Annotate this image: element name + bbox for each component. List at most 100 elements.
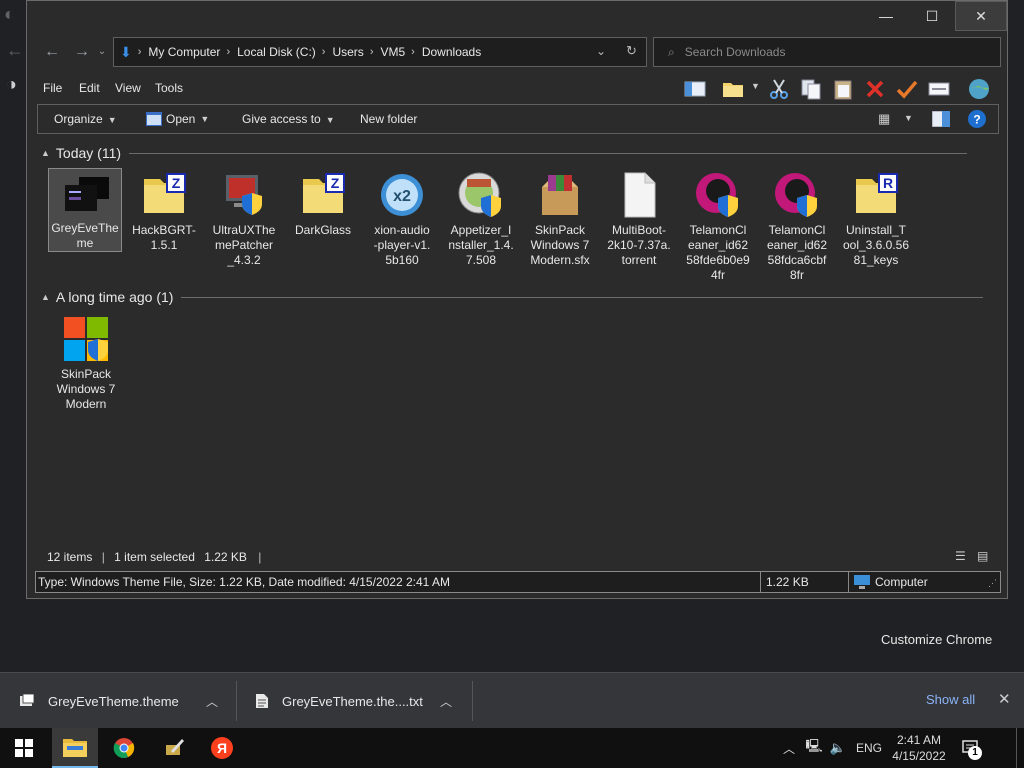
new-folder-icon[interactable] bbox=[721, 77, 745, 101]
details-view-icon[interactable]: ☰ bbox=[955, 549, 966, 563]
preview-pane-toggle-icon[interactable] bbox=[932, 111, 950, 127]
taskbar-yandex[interactable]: Я bbox=[200, 728, 244, 768]
menu-file[interactable]: File bbox=[43, 81, 62, 95]
search-placeholder: Search Downloads bbox=[684, 45, 786, 59]
file-multiboot-torrent[interactable]: MultiBoot- 2k10-7.37a. torrent bbox=[602, 171, 676, 268]
file-telamoncleaner-1[interactable]: TelamonCl eaner_id62 58fde6b0e9 4fr bbox=[681, 171, 755, 283]
chrome-logo-icon: ◐ bbox=[4, 4, 15, 24]
address-dropdown-icon[interactable]: ⌄ bbox=[596, 44, 606, 58]
notification-badge: 1 bbox=[968, 746, 982, 760]
menu-tools[interactable]: Tools bbox=[155, 81, 183, 95]
item-count: 12 items bbox=[47, 550, 93, 564]
taskbar-file-explorer[interactable] bbox=[52, 728, 98, 768]
download-arrow-icon: ⬇ bbox=[120, 43, 132, 60]
status-bar: Type: Windows Theme File, Size: 1.22 KB,… bbox=[35, 571, 1001, 593]
file-greyevetheme[interactable]: GreyEveThe me bbox=[48, 168, 122, 252]
action-center-button[interactable]: 1 bbox=[956, 728, 986, 768]
breadcrumb-local-disk[interactable]: Local Disk (C:) bbox=[237, 45, 316, 59]
resize-grip-icon[interactable]: ⋰ bbox=[988, 578, 997, 589]
organize-button[interactable]: Organize ▼ bbox=[54, 112, 117, 126]
telamon-cleaner-icon bbox=[773, 171, 821, 219]
rename-icon[interactable] bbox=[927, 77, 951, 101]
customize-chrome-button[interactable]: Customize Chrome bbox=[881, 632, 992, 647]
status-size: 1.22 KB bbox=[766, 575, 809, 589]
rar-folder-icon: R bbox=[852, 171, 900, 219]
network-icon[interactable]: 🖳 bbox=[802, 728, 826, 768]
give-access-button[interactable]: Give access to ▼ bbox=[242, 112, 335, 126]
help-icon[interactable]: ? bbox=[968, 110, 986, 128]
large-icons-view-icon[interactable]: ▤ bbox=[977, 549, 988, 563]
chrome-menu-icon[interactable]: ◑ bbox=[6, 74, 17, 95]
collapse-icon[interactable]: ▲ bbox=[41, 148, 50, 158]
show-all-button[interactable]: Show all bbox=[926, 692, 975, 707]
checkmark-icon[interactable] bbox=[895, 77, 919, 101]
download-item[interactable]: GreyEveTheme.theme ︿ bbox=[20, 673, 230, 729]
cut-icon[interactable] bbox=[767, 77, 791, 101]
preview-pane-icon[interactable] bbox=[683, 77, 707, 101]
view-dropdown-caret-icon[interactable]: ▼ bbox=[904, 113, 913, 123]
chevron-up-icon[interactable]: ︿ bbox=[206, 693, 218, 710]
show-desktop-button[interactable] bbox=[1016, 728, 1024, 768]
file-telamoncleaner-2[interactable]: TelamonCl eaner_id62 58fdca6cbf 8fr bbox=[760, 171, 834, 283]
delete-icon[interactable] bbox=[863, 77, 887, 101]
close-downloads-icon[interactable]: ✕ bbox=[998, 690, 1011, 708]
show-hidden-icons-button[interactable]: ︿ bbox=[778, 728, 800, 768]
new-folder-button[interactable]: New folder bbox=[360, 112, 417, 126]
file-skinpack-sfx[interactable]: SkinPack Windows 7 Modern.sfx bbox=[523, 171, 597, 268]
paste-icon[interactable] bbox=[831, 77, 855, 101]
taskbar-chrome[interactable] bbox=[102, 728, 146, 768]
volume-icon[interactable]: 🔈 bbox=[826, 728, 850, 768]
copy-icon[interactable] bbox=[799, 77, 823, 101]
group-header-today[interactable]: ▲ Today (11) bbox=[41, 145, 968, 161]
forward-arrow-icon[interactable]: → bbox=[71, 41, 93, 63]
taskbar-app[interactable] bbox=[152, 728, 196, 768]
menu-view[interactable]: View bbox=[115, 81, 141, 95]
start-button[interactable] bbox=[0, 728, 48, 768]
file-hackbgrt[interactable]: Z HackBGRT- 1.5.1 bbox=[127, 171, 201, 253]
file-xion-audio-player[interactable]: x2 xion-audio -player-v1. 5b160 bbox=[365, 171, 439, 268]
back-arrow-icon[interactable]: ← bbox=[41, 41, 63, 63]
recent-locations-icon[interactable]: ⌄ bbox=[91, 41, 113, 63]
menu-edit[interactable]: Edit bbox=[79, 81, 100, 95]
breadcrumb-vm5[interactable]: VM5 bbox=[380, 45, 405, 59]
language-indicator[interactable]: ENG bbox=[852, 728, 886, 768]
dropdown-caret-icon[interactable]: ▼ bbox=[751, 81, 760, 91]
minimize-button[interactable]: — bbox=[863, 1, 909, 31]
close-button[interactable]: ✕ bbox=[955, 1, 1007, 31]
winrar-archive-icon bbox=[536, 171, 584, 219]
title-bar: — ☐ ✕ bbox=[27, 1, 1007, 33]
svg-text:Z: Z bbox=[331, 175, 340, 191]
globe-properties-icon[interactable] bbox=[967, 77, 991, 101]
chevron-up-icon[interactable]: ︿ bbox=[440, 693, 452, 710]
file-appetizer-installer[interactable]: Appetizer_I nstaller_1.4. 7.508 bbox=[444, 171, 518, 268]
svg-text:?: ? bbox=[973, 113, 980, 127]
search-input[interactable]: ⌕ Search Downloads bbox=[653, 37, 1001, 67]
menu-bar: File Edit View Tools ▼ bbox=[27, 75, 1007, 103]
open-button[interactable]: Open ▼ bbox=[146, 112, 209, 126]
taskbar: Я ︿ 🖳 🔈 ENG 2:41 AM 4/15/2022 1 bbox=[0, 728, 1024, 768]
file-skinpack-folder[interactable]: SkinPack Windows 7 Modern bbox=[49, 315, 123, 412]
breadcrumb-my-computer[interactable]: My Computer bbox=[148, 45, 220, 59]
maximize-button[interactable]: ☐ bbox=[909, 1, 955, 31]
clock-time: 2:41 AM bbox=[896, 733, 942, 747]
theme-file-icon bbox=[61, 169, 109, 217]
group-header-long-ago[interactable]: ▲ A long time ago (1) bbox=[41, 289, 984, 305]
refresh-icon[interactable]: ↻ bbox=[626, 43, 637, 59]
svg-text:Я: Я bbox=[217, 740, 227, 756]
clock[interactable]: 2:41 AM 4/15/2022 bbox=[888, 728, 950, 768]
collapse-icon[interactable]: ▲ bbox=[41, 292, 50, 302]
file-ultrauxthemepatcher[interactable]: UltraUXThe mePatcher _4.3.2 bbox=[207, 171, 281, 268]
back-icon[interactable]: ← bbox=[6, 40, 24, 61]
file-darkglass[interactable]: Z DarkGlass bbox=[286, 171, 360, 238]
download-item[interactable]: GreyEveTheme.the....txt ︿ bbox=[256, 673, 466, 729]
status-line: 12 items | 1 item selected 1.22 KB | bbox=[47, 550, 262, 564]
address-bar[interactable]: ⬇ › My Computer › Local Disk (C:) › User… bbox=[113, 37, 647, 67]
appetizer-installer-icon bbox=[457, 171, 505, 219]
breadcrumb-downloads[interactable]: Downloads bbox=[422, 45, 481, 59]
breadcrumb-users[interactable]: Users bbox=[332, 45, 363, 59]
view-options-icon[interactable]: ▦ bbox=[878, 111, 890, 127]
open-window-icon bbox=[146, 112, 162, 126]
download-filename: GreyEveTheme.the....txt bbox=[282, 693, 423, 709]
group-divider bbox=[181, 296, 984, 298]
file-uninstall-tool[interactable]: R Uninstall_T ool_3.6.0.56 81_keys bbox=[839, 171, 913, 268]
